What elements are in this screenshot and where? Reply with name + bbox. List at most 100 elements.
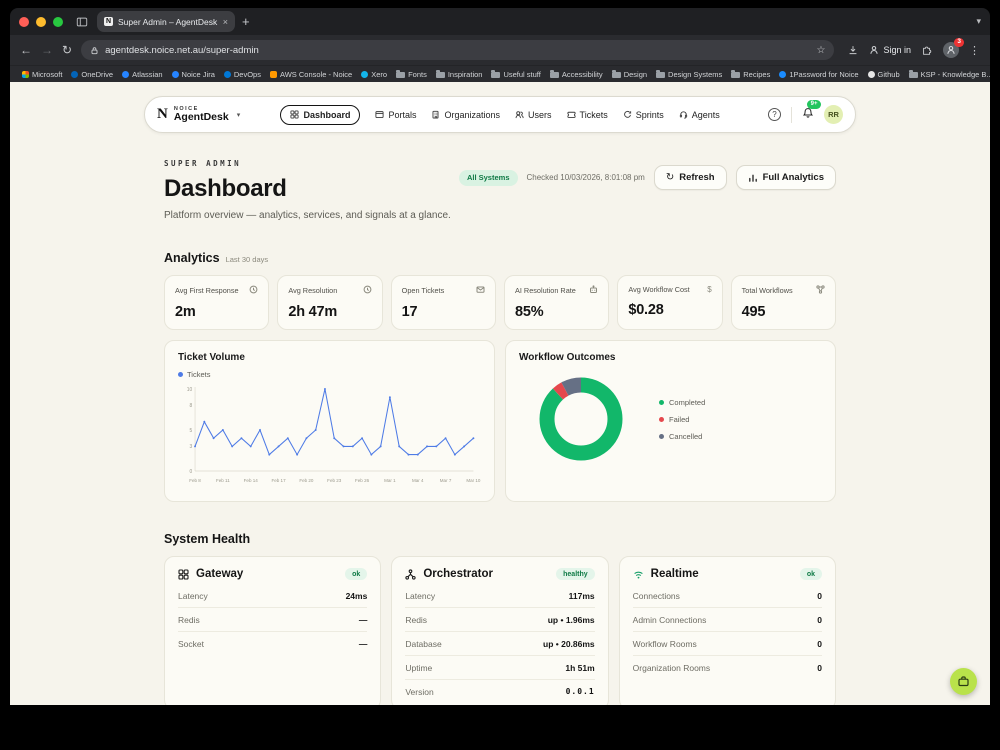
stat-card-avg-workflow-cost[interactable]: Avg Workflow Cost $ $0.28	[617, 275, 723, 330]
zoom-window-button[interactable]	[53, 16, 63, 27]
help-icon[interactable]: ?	[767, 108, 781, 121]
stat-card-total-workflows[interactable]: Total Workflows 495	[730, 275, 836, 330]
bookmark-item[interactable]: Github	[867, 70, 900, 79]
ticket-icon	[566, 111, 576, 118]
bookmark-item[interactable]: OneDrive	[71, 70, 113, 79]
profile-avatar[interactable]: 3	[943, 38, 964, 58]
stat-card-open-tickets[interactable]: Open Tickets 17	[390, 275, 496, 330]
stat-cards: Avg First Response 2m Avg Resolution 2h …	[164, 275, 836, 330]
status-badge: All Systems	[458, 169, 518, 186]
1password-icon	[779, 70, 787, 78]
forward-button[interactable]: →	[41, 43, 53, 57]
bookmark-item[interactable]: DevOps	[223, 70, 261, 79]
bookmark-item[interactable]: Design Systems	[656, 69, 722, 79]
notifications-button[interactable]: 9+	[802, 99, 821, 124]
screen: N Super Admin – AgentDesk × + ▾ ← → ↻ ag…	[0, 0, 1000, 750]
refresh-icon: ↻	[665, 172, 675, 183]
svg-text:Feb 20: Feb 20	[299, 478, 313, 483]
svg-text:Feb 23: Feb 23	[327, 478, 341, 483]
tab-search-icon[interactable]: ▾	[976, 16, 981, 27]
page-content: N NOICE AgentDesk ▾ Dashboard Portals Or…	[10, 82, 990, 705]
bookmark-item[interactable]: KSP - Knowledge B...	[908, 69, 990, 79]
header-actions: All Systems Checked 10/03/2026, 8:01:08 …	[458, 165, 836, 190]
extensions-puzzle-icon[interactable]	[921, 44, 933, 56]
full-analytics-button[interactable]: Full Analytics	[735, 165, 836, 190]
svg-text:Mar 10: Mar 10	[466, 478, 480, 483]
brand[interactable]: N NOICE AgentDesk ▾	[157, 106, 240, 124]
stat-card-avg-first-response[interactable]: Avg First Response 2m	[164, 275, 270, 330]
refresh-button[interactable]: ↻ Refresh	[653, 165, 727, 190]
svg-text:3: 3	[189, 444, 192, 450]
user-avatar[interactable]: RR	[823, 105, 843, 124]
tab-bar: N Super Admin – AgentDesk × + ▾	[10, 8, 990, 35]
nav-item-users[interactable]: Users	[515, 110, 552, 120]
nav-item-organizations[interactable]: Organizations	[431, 110, 500, 120]
download-icon[interactable]	[847, 44, 859, 56]
nav-item-agents[interactable]: Agents	[679, 110, 720, 120]
minimize-window-button[interactable]	[36, 16, 46, 27]
folder-icon	[396, 69, 406, 78]
folder-icon	[549, 69, 559, 78]
svg-text:Mar 4: Mar 4	[412, 478, 424, 483]
orchestrator-card: Orchestrator healthy Latency 117ms Redis u…	[391, 556, 609, 705]
bookmark-item[interactable]: Useful stuff	[491, 69, 541, 79]
fab-widget-button[interactable]	[950, 668, 977, 695]
realtime-card: Realtime ok Connections 0 Admin Connectio…	[618, 556, 836, 705]
ticket-volume-card: Ticket Volume Tickets 0 3 5 8 10 Feb 8 Feb 11 F…	[164, 340, 495, 502]
brand-name: AgentDesk	[173, 110, 229, 123]
onedrive-icon	[71, 70, 79, 78]
bookmark-item[interactable]: Microsoft	[22, 70, 62, 79]
bookmark-item[interactable]: Xero	[361, 70, 387, 79]
bookmark-item[interactable]: Atlassian	[122, 70, 163, 79]
wifi-icon	[633, 571, 643, 578]
clock-icon	[249, 285, 258, 296]
bookmark-item[interactable]: Recipes	[731, 69, 770, 79]
line-legend: Tickets	[178, 370, 481, 379]
folder-icon	[656, 69, 666, 78]
folder-icon	[435, 69, 445, 78]
status-badge: healthy	[556, 568, 595, 580]
health-cards: Gateway ok Latency 24ms Redis — Socket — Or…	[164, 556, 836, 705]
svg-text:5: 5	[189, 428, 192, 434]
bookmark-item[interactable]: Noice Jira	[171, 70, 215, 79]
bookmark-item[interactable]: 1Password for Noice	[779, 70, 859, 79]
nav-item-sprints[interactable]: Sprints	[623, 110, 664, 120]
back-button[interactable]: ←	[20, 43, 32, 57]
new-tab-button[interactable]: +	[242, 14, 250, 29]
sidebar-toggle-icon[interactable]	[74, 14, 90, 30]
status-badge: ok	[345, 568, 368, 580]
analytics-title: Analytics	[164, 251, 220, 265]
workflow-outcomes-card: Workflow Outcomes Completed Failed Cance…	[505, 340, 836, 502]
browser-tab[interactable]: N Super Admin – AgentDesk ×	[97, 11, 235, 32]
jira-icon	[171, 70, 179, 78]
orchestrator-network-icon	[405, 568, 416, 580]
window-controls	[19, 16, 63, 27]
bookmark-item[interactable]: Design	[611, 69, 647, 79]
stat-card-ai-resolution-rate[interactable]: AI Resolution Rate 85%	[504, 275, 610, 330]
nav-item-tickets[interactable]: Tickets	[566, 110, 608, 120]
sign-in-button[interactable]: Sign in	[869, 45, 911, 55]
close-window-button[interactable]	[19, 16, 29, 27]
tab-title: Super Admin – AgentDesk	[118, 16, 218, 27]
bookmark-item[interactable]: Fonts	[396, 69, 427, 79]
bookmark-star-icon[interactable]: ☆	[817, 45, 826, 56]
tab-close-icon[interactable]: ×	[223, 17, 228, 27]
ticket-volume-line-chart: 0 3 5 8 10 Feb 8 Feb 11 Feb 14 Feb 17 Feb 20 Feb 2…	[187, 387, 481, 483]
grid-icon	[290, 110, 300, 119]
address-bar[interactable]: agentdesk.noice.net.au/super-admin ☆	[81, 40, 835, 60]
atlassian-icon	[122, 70, 130, 78]
reload-button[interactable]: ↻	[62, 43, 72, 57]
svg-text:Feb 26: Feb 26	[355, 478, 369, 483]
nav-item-dashboard[interactable]: Dashboard	[280, 104, 361, 125]
legend-dot	[659, 416, 664, 422]
bookmark-item[interactable]: Inspiration	[435, 69, 482, 79]
bookmark-item[interactable]: Accessibility	[549, 69, 603, 79]
nav-item-portals[interactable]: Portals	[375, 110, 416, 120]
svg-text:Feb 14: Feb 14	[244, 478, 258, 483]
browser-menu-icon[interactable]: ⋮	[969, 44, 980, 57]
stat-card-avg-resolution[interactable]: Avg Resolution 2h 47m	[277, 275, 383, 330]
workflow-outcomes-title: Workflow Outcomes	[519, 352, 616, 363]
building-icon	[433, 110, 439, 119]
dashboard-header: SUPER ADMIN Dashboard Platform overview …	[164, 159, 836, 221]
bookmark-item[interactable]: AWS Console - Noice	[269, 70, 352, 79]
